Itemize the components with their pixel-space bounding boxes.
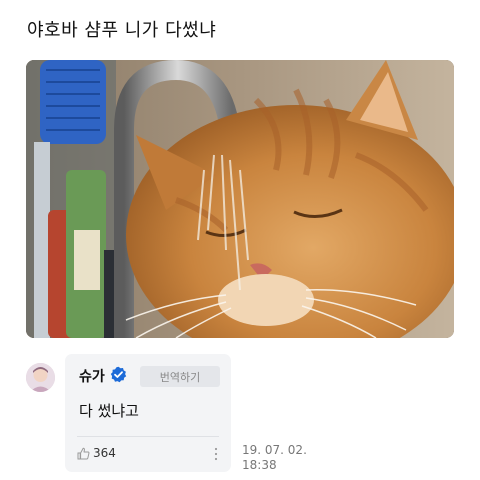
cat-photo-illustration (26, 60, 454, 338)
like-count: 364 (93, 446, 116, 460)
translate-button[interactable]: 번역하기 (140, 366, 220, 387)
comment-author[interactable]: 슈가 (79, 366, 105, 386)
post-title: 야호바 샴푸 니가 다썼냐 (27, 20, 217, 41)
comment-time: 18:38 (242, 458, 277, 472)
avatar-portrait (26, 363, 55, 392)
commenter-avatar[interactable] (26, 363, 55, 392)
comment-timestamp: 19. 07. 02. 18:38 (242, 443, 307, 473)
post-image-cat-under-faucet[interactable] (26, 60, 454, 338)
verified-badge-icon (110, 366, 127, 383)
comment-date: 19. 07. 02. (242, 443, 307, 457)
more-vertical-icon[interactable] (213, 447, 219, 461)
comment-divider (77, 436, 219, 437)
comment-card: 슈가 번역하기 다 썼냐고 364 (65, 354, 231, 472)
comment-text: 다 썼냐고 (79, 402, 139, 420)
thumbs-up-icon (77, 447, 90, 459)
like-button[interactable]: 364 (77, 446, 116, 460)
